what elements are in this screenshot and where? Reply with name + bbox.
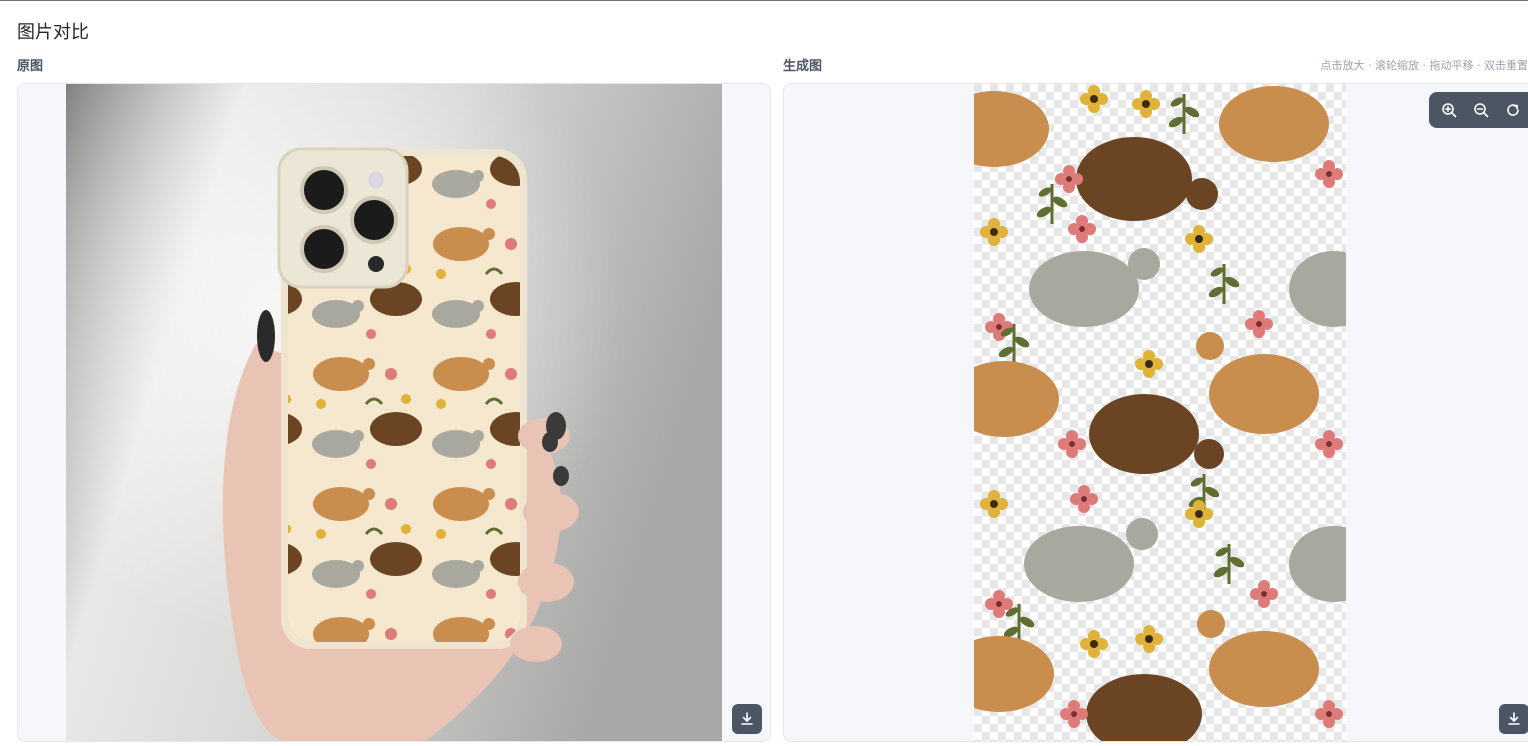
- generated-panel[interactable]: [783, 83, 1528, 742]
- original-label: 原图: [17, 59, 44, 74]
- zoom-out-icon: [1474, 103, 1489, 118]
- zoom-out-button[interactable]: [1469, 98, 1493, 122]
- interaction-hint: 点击放大 · 滚轮缩放 · 拖动平移 · 双击重置: [1320, 59, 1528, 72]
- download-icon: [741, 712, 753, 725]
- reset-button[interactable]: [1501, 98, 1525, 122]
- image-toolbar: [1429, 92, 1528, 128]
- generated-label: 生成图: [783, 59, 823, 74]
- download-generated-button[interactable]: [1499, 704, 1528, 734]
- top-divider: [0, 0, 1528, 1]
- generated-image[interactable]: [974, 84, 1346, 741]
- original-panel[interactable]: [17, 83, 771, 742]
- zoom-in-icon: [1442, 103, 1457, 118]
- page-title: 图片对比: [17, 22, 89, 43]
- download-original-button[interactable]: [732, 704, 762, 734]
- download-icon: [1508, 712, 1520, 725]
- zoom-in-button[interactable]: [1437, 98, 1461, 122]
- original-image[interactable]: [66, 84, 722, 741]
- reset-icon: [1507, 104, 1519, 116]
